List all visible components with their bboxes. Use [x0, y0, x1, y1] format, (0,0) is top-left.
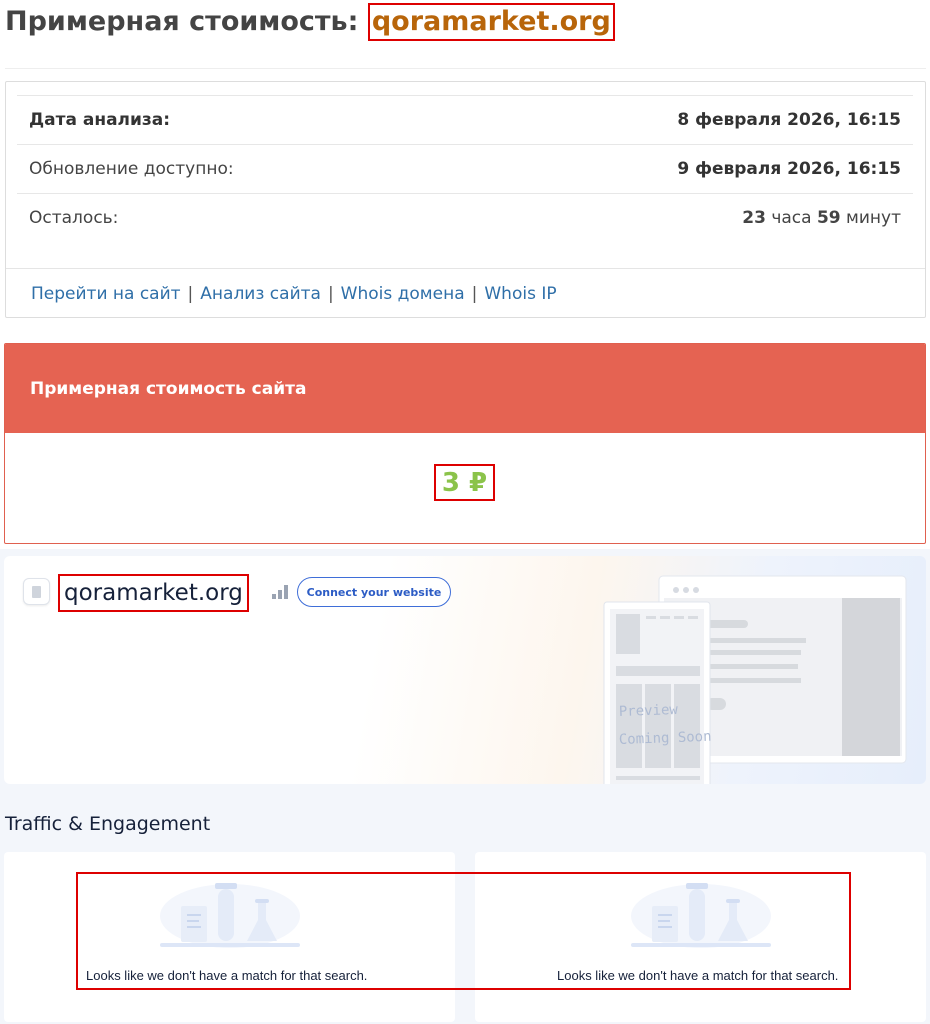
- rank-bars-icon: [272, 585, 288, 599]
- valuation-panel: Примерная стоимость сайта 3 ₽: [4, 343, 926, 544]
- analysis-date-label: Дата анализа:: [29, 110, 171, 130]
- traffic-engagement-heading: Traffic & Engagement: [5, 813, 211, 835]
- favicon-icon: [23, 578, 50, 605]
- time-left-minutes: 59: [816, 208, 841, 228]
- time-left-hours: 23: [742, 208, 766, 228]
- update-available-label: Обновление доступно:: [29, 159, 234, 179]
- time-left-value: 23 часа 59 минут: [742, 208, 901, 228]
- analysis-info-panel: Дата анализа: 8 февраля 2026, 16:15 Обно…: [5, 81, 926, 318]
- link-separator: |: [327, 283, 334, 304]
- website-domain: qoramarket.org: [58, 574, 249, 612]
- info-row-update-available: Обновление доступно: 9 февраля 2026, 16:…: [17, 144, 913, 193]
- mobile-preview-mock: Preview Coming Soon: [603, 601, 712, 784]
- valuation-body: 3 ₽: [5, 433, 925, 543]
- time-left-hours-unit: часа: [771, 208, 812, 228]
- page-title: Примерная стоимость: qoramarket.org: [5, 3, 615, 41]
- connect-website-button[interactable]: Connect your website: [297, 577, 451, 607]
- link-separator: |: [187, 283, 194, 304]
- page-title-domain: qoramarket.org: [367, 3, 615, 41]
- link-whois-domain[interactable]: Whois домена: [341, 284, 465, 304]
- info-row-analysis-date: Дата анализа: 8 февраля 2026, 16:15: [17, 95, 913, 144]
- update-available-value: 9 февраля 2026, 16:15: [677, 159, 901, 179]
- page-title-prefix: Примерная стоимость:: [5, 6, 359, 37]
- preview-text: Preview: [619, 702, 679, 720]
- coming-soon-text: Coming Soon: [619, 729, 712, 748]
- analysis-date-value: 8 февраля 2026, 16:15: [677, 110, 901, 130]
- link-whois-ip[interactable]: Whois IP: [484, 284, 556, 304]
- valuation-heading: Примерная стоимость сайта: [5, 344, 925, 433]
- highlight-frame: [76, 872, 851, 990]
- link-separator: |: [471, 283, 478, 304]
- header-divider: [5, 68, 926, 69]
- link-go-to-site[interactable]: Перейти на сайт: [31, 284, 181, 304]
- website-overview-card: qoramarket.org Connect your website Prev…: [4, 556, 926, 784]
- time-left-minutes-unit: минут: [846, 208, 901, 228]
- time-left-label: Осталось:: [29, 208, 119, 228]
- site-links: Перейти на сайт | Анализ сайта | Whois д…: [6, 268, 925, 318]
- link-site-analysis[interactable]: Анализ сайта: [200, 284, 321, 304]
- info-row-time-left: Осталось: 23 часа 59 минут: [17, 193, 913, 242]
- preview-coming-soon-illustration: Preview Coming Soon: [603, 575, 907, 784]
- estimated-price: 3 ₽: [434, 464, 495, 501]
